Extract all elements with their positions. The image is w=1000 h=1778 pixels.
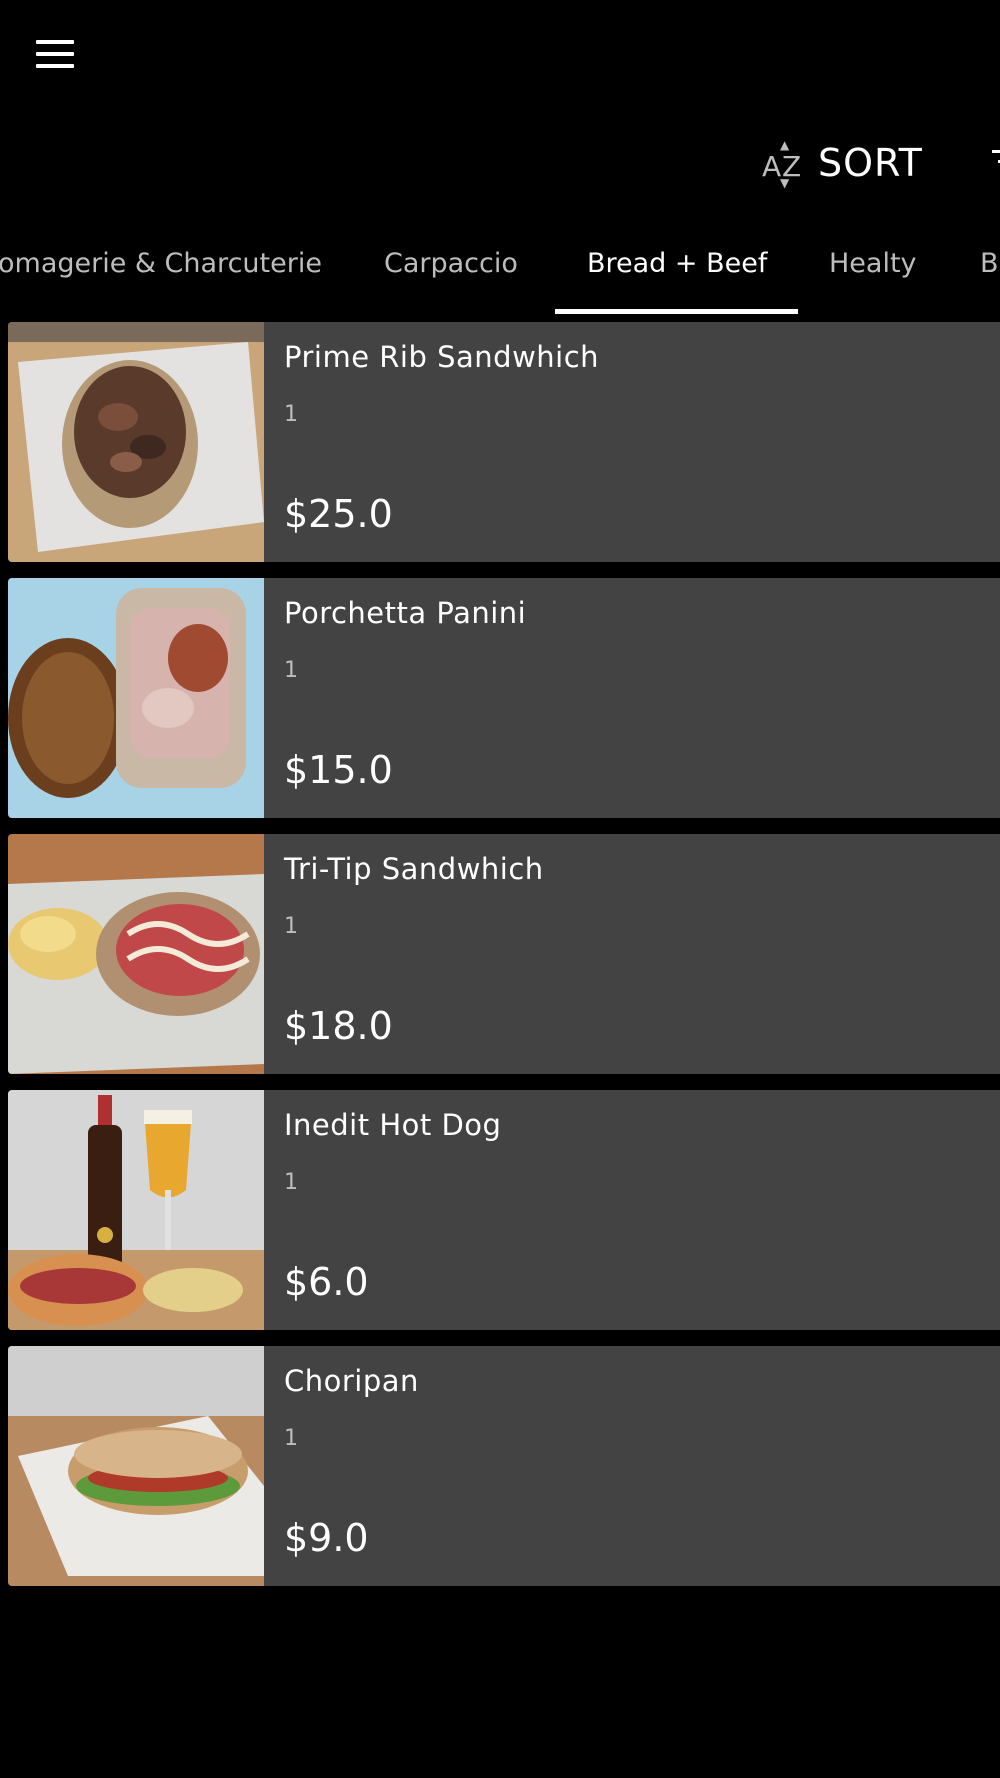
item-name: Porchetta Panini bbox=[284, 596, 527, 630]
item-photo bbox=[8, 1090, 264, 1330]
item-price: $6.0 bbox=[284, 1260, 369, 1304]
tab-fromagerie-charcuterie[interactable]: omagerie & Charcuterie bbox=[0, 248, 322, 279]
item-quantity: 1 bbox=[284, 914, 298, 939]
item-price: $18.0 bbox=[284, 1004, 393, 1048]
sort-button[interactable]: ▲ AZ ▼ SORT bbox=[760, 135, 923, 191]
tab-partial[interactable]: B bbox=[980, 248, 999, 279]
item-name: Choripan bbox=[284, 1364, 419, 1398]
menu-item-card[interactable]: Inedit Hot Dog 1 $6.0 bbox=[8, 1090, 1000, 1330]
item-quantity: 1 bbox=[284, 402, 298, 427]
az-sort-icon: ▲ AZ ▼ bbox=[762, 138, 802, 190]
active-tab-indicator bbox=[555, 309, 798, 314]
tab-healty[interactable]: Healty bbox=[829, 248, 917, 279]
item-photo bbox=[8, 1346, 264, 1586]
item-name: Inedit Hot Dog bbox=[284, 1108, 502, 1142]
menu-item-card[interactable]: Prime Rib Sandwhich 1 $25.0 bbox=[8, 322, 1000, 562]
item-quantity: 1 bbox=[284, 658, 298, 683]
sort-label: SORT bbox=[818, 141, 923, 185]
tab-bread-beef[interactable]: Bread + Beef bbox=[587, 248, 767, 279]
item-quantity: 1 bbox=[284, 1426, 298, 1451]
menu-item-card[interactable]: Porchetta Panini 1 $15.0 bbox=[8, 578, 1000, 818]
item-price: $9.0 bbox=[284, 1516, 369, 1560]
item-quantity: 1 bbox=[284, 1170, 298, 1195]
filter-icon[interactable] bbox=[976, 146, 1000, 182]
item-price: $15.0 bbox=[284, 748, 393, 792]
item-price: $25.0 bbox=[284, 492, 393, 536]
item-photo bbox=[8, 322, 264, 562]
item-name: Prime Rib Sandwhich bbox=[284, 340, 600, 374]
category-tabs: omagerie & Charcuterie Carpaccio Bread +… bbox=[0, 236, 1000, 316]
item-photo bbox=[8, 834, 264, 1074]
item-name: Tri-Tip Sandwhich bbox=[284, 852, 544, 886]
hamburger-menu-icon[interactable] bbox=[28, 34, 82, 74]
menu-item-card[interactable]: Choripan 1 $9.0 bbox=[8, 1346, 1000, 1586]
menu-item-card[interactable]: Tri-Tip Sandwhich 1 $18.0 bbox=[8, 834, 1000, 1074]
item-photo bbox=[8, 578, 264, 818]
tab-carpaccio[interactable]: Carpaccio bbox=[384, 248, 518, 279]
